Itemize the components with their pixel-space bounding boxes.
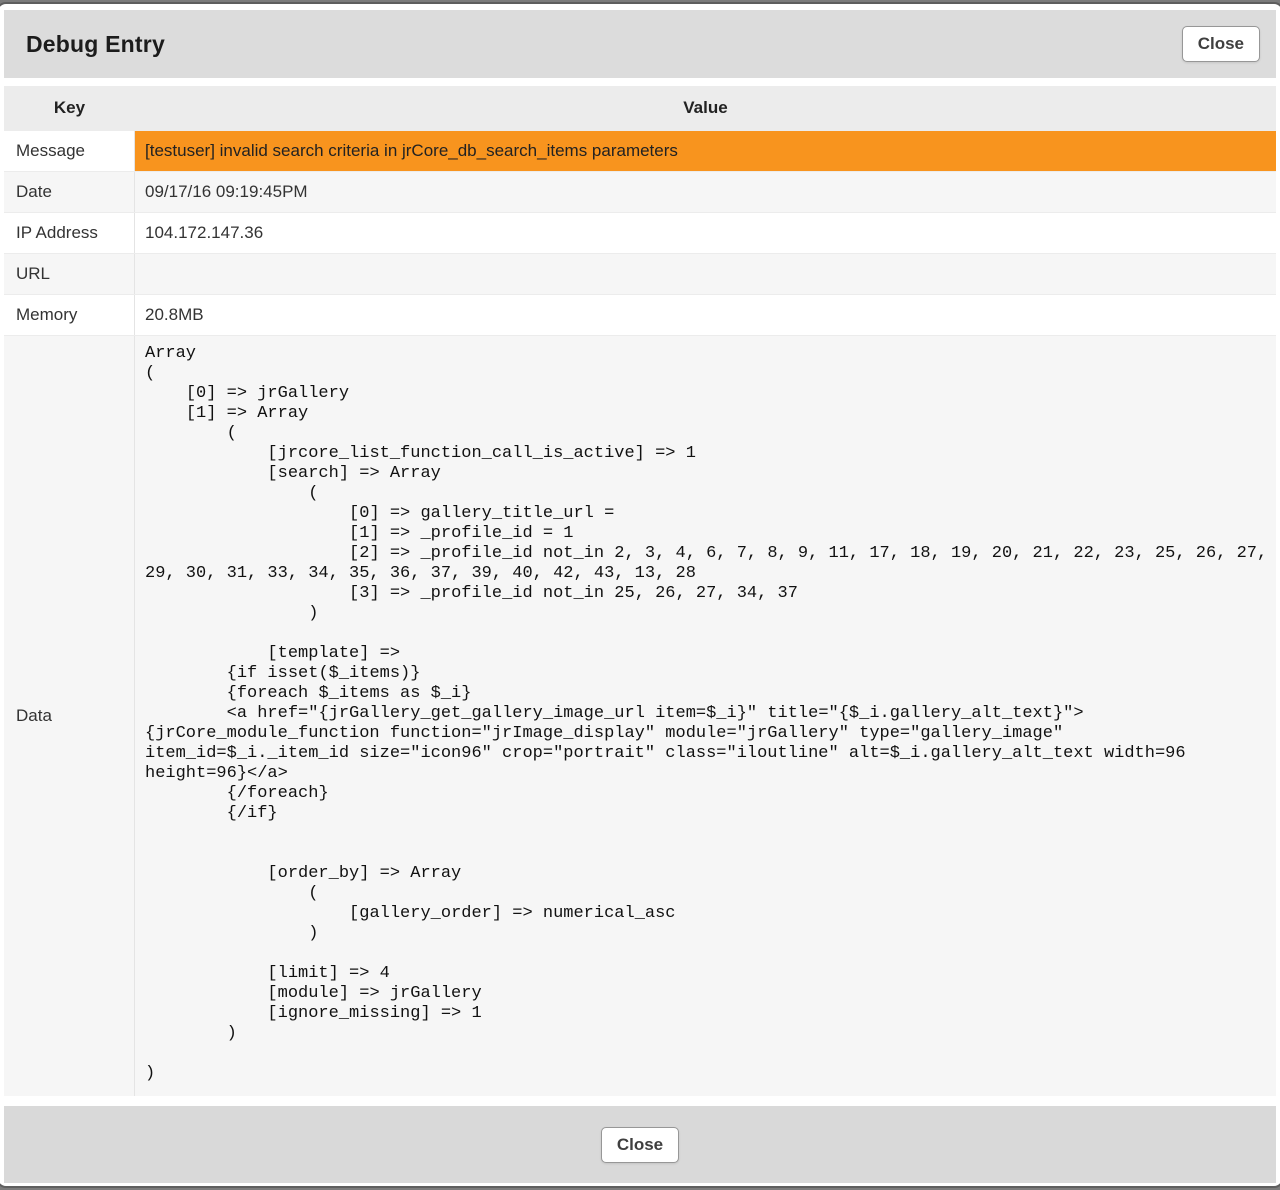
row-key-data: Data: [4, 336, 135, 1096]
table-row-ip-address: IP Address 104.172.147.36: [4, 212, 1276, 253]
row-key-url: URL: [4, 254, 135, 294]
date-value-cell: 09/17/16 09:19:45PM: [135, 172, 1276, 212]
table-row-data: Data Array ( [0] => jrGallery [1] => Arr…: [4, 335, 1276, 1096]
url-value-cell: [135, 254, 1276, 294]
row-key-message: Message: [4, 131, 135, 171]
debug-entry-modal: Debug Entry Close Key Value Message [tes…: [0, 2, 1280, 1188]
table-row-date: Date 09/17/16 09:19:45PM: [4, 171, 1276, 212]
row-key-date: Date: [4, 172, 135, 212]
data-array-dump: Array ( [0] => jrGallery [1] => Array ( …: [145, 344, 1272, 1084]
page-title: Debug Entry: [26, 31, 165, 58]
column-header-value: Value: [135, 86, 1276, 130]
debug-entry-table: Key Value Message [testuser] invalid sea…: [4, 86, 1276, 1096]
close-button-bottom[interactable]: Close: [601, 1127, 679, 1163]
table-row-url: URL: [4, 253, 1276, 294]
close-button-top[interactable]: Close: [1182, 26, 1260, 62]
memory-value-cell: 20.8MB: [135, 295, 1276, 335]
row-key-memory: Memory: [4, 295, 135, 335]
table-row-memory: Memory 20.8MB: [4, 294, 1276, 335]
data-value-cell: Array ( [0] => jrGallery [1] => Array ( …: [135, 336, 1276, 1096]
table-header-row: Key Value: [4, 86, 1276, 130]
row-key-ip-address: IP Address: [4, 213, 135, 253]
table-row-message: Message [testuser] invalid search criter…: [4, 130, 1276, 171]
message-value-cell: [testuser] invalid search criteria in jr…: [135, 131, 1276, 171]
column-header-key: Key: [4, 86, 135, 130]
ip-address-value-cell: 104.172.147.36: [135, 213, 1276, 253]
modal-footer: Close: [4, 1106, 1276, 1183]
modal-header: Debug Entry Close: [4, 10, 1276, 78]
